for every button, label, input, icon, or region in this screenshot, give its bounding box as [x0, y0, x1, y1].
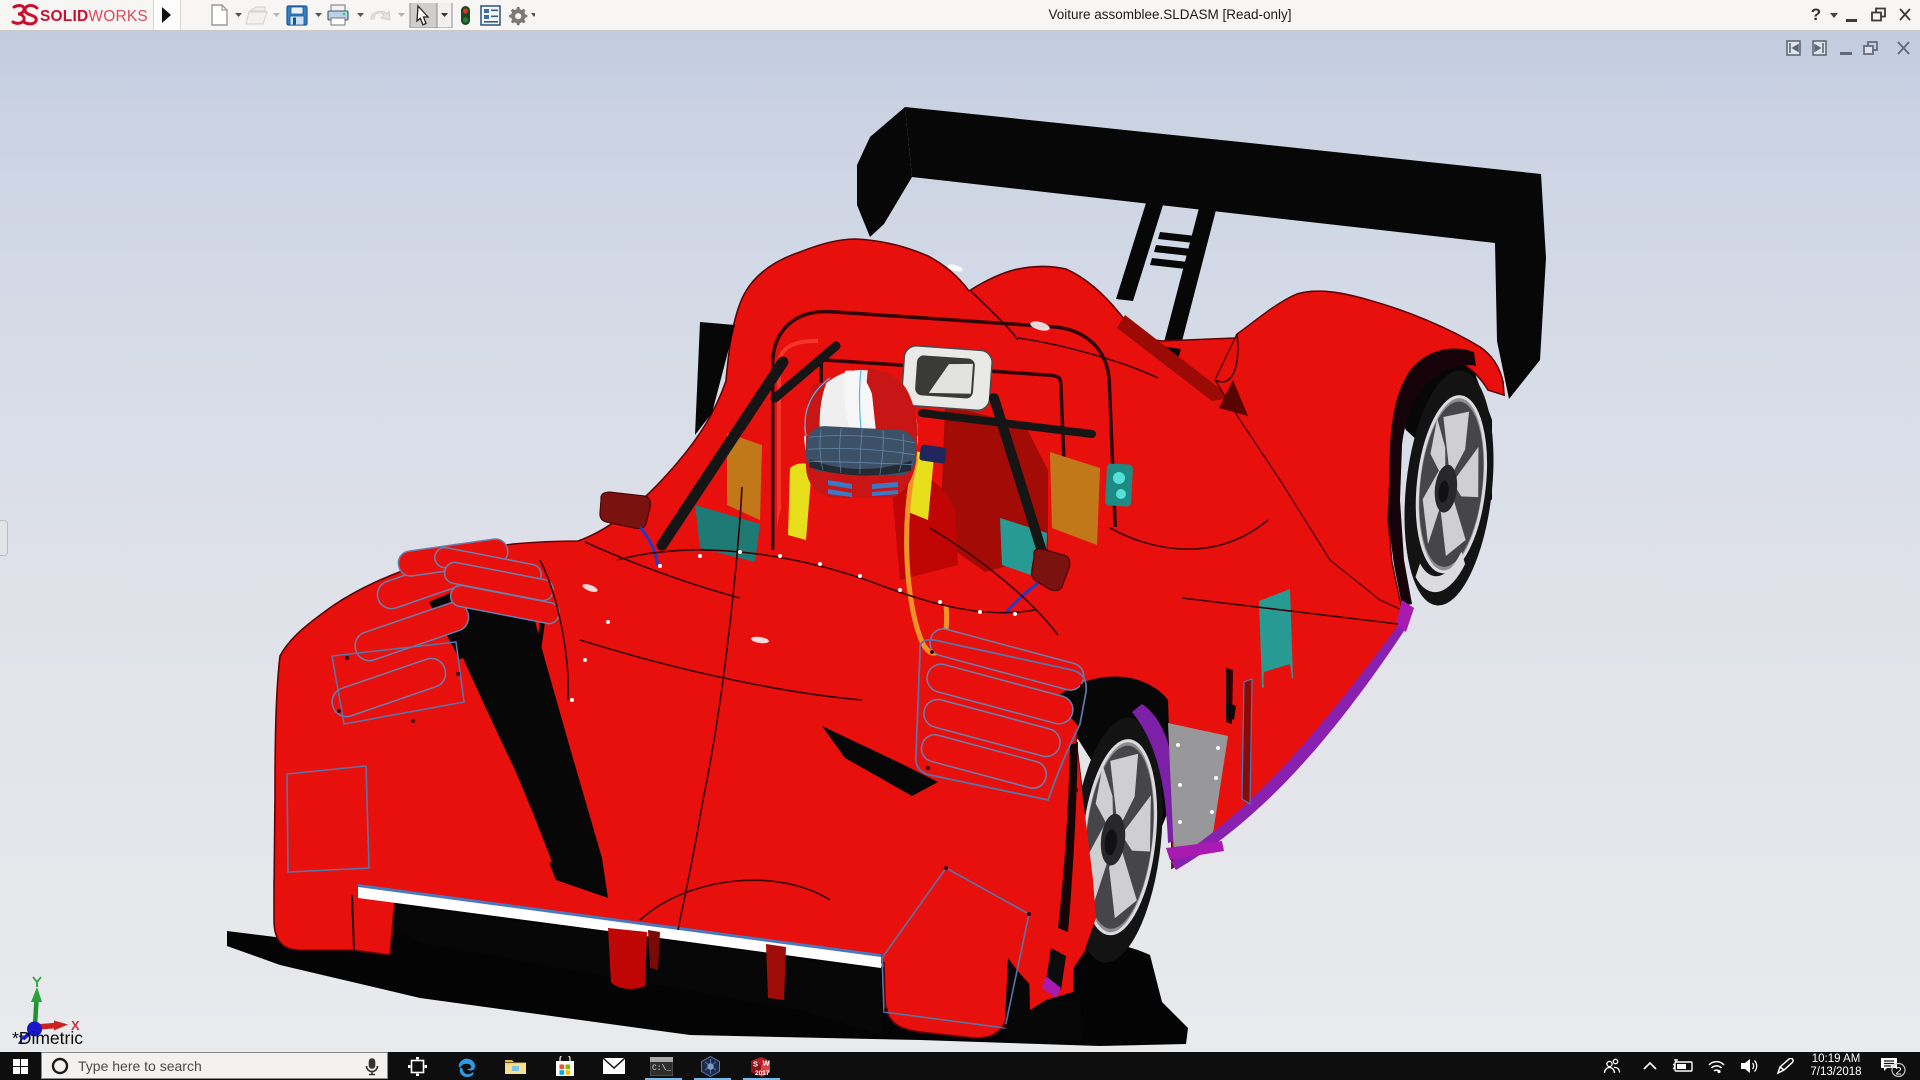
svg-text:2017: 2017 [755, 1070, 770, 1077]
svg-text:C:\_: C:\_ [652, 1064, 671, 1073]
svg-text:S: S [753, 1060, 758, 1069]
svg-text:W: W [763, 1059, 771, 1068]
svg-text:SOLIDWORKS: SOLIDWORKS [40, 8, 148, 25]
svg-text:2: 2 [1896, 1066, 1902, 1078]
